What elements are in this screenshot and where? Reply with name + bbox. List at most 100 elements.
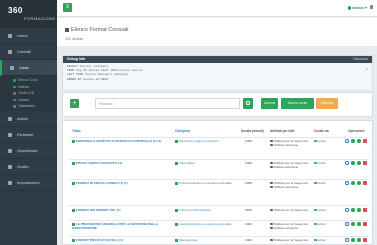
category-link[interactable]: Amministrazione e Gestione aziendale — [175, 181, 237, 185]
close-icon[interactable]: × — [366, 66, 368, 71]
bullet-icon — [13, 105, 16, 108]
creator-name: admin — [317, 161, 326, 165]
delete-icon[interactable] — [363, 208, 367, 212]
duration: 1000 — [245, 161, 252, 165]
sidebar-item-home[interactable]: Home — [0, 28, 57, 44]
category-link[interactable]: Informatica — [175, 161, 237, 165]
sidebar-item-grafici[interactable]: Grafici ‹ — [0, 159, 57, 175]
sidebar-item-questionari[interactable]: Questionari ‹ — [0, 143, 57, 159]
row-divider — [68, 205, 369, 206]
category-link[interactable]: Sicurezza e Igiene sul lavoro — [175, 139, 237, 143]
submenu-item-calendario[interactable]: Calendario — [0, 103, 57, 110]
info-icon[interactable] — [345, 161, 349, 165]
view-icon[interactable] — [351, 238, 355, 242]
reset-button[interactable]: Azzera — [261, 98, 278, 109]
view-icon[interactable] — [351, 181, 355, 185]
edit-icon[interactable] — [357, 222, 361, 226]
creator-link[interactable]: admin — [314, 139, 326, 143]
delete-icon[interactable] — [363, 181, 367, 185]
sidebar-item-contatti[interactable]: Contatti ‹ — [0, 44, 57, 60]
row-divider — [68, 220, 369, 221]
info-icon[interactable] — [345, 238, 349, 242]
category-name: Turismo e Ristorazione — [179, 208, 211, 212]
info-icon[interactable] — [345, 139, 349, 143]
course-title: FORMAT DEI FORMAT DEL (1) — [76, 208, 121, 212]
delete-icon[interactable] — [363, 139, 367, 143]
new-course-button[interactable]: Nuovo corso — [281, 98, 314, 109]
sidebar-item-impostazioni[interactable]: Impostazioni ‹ — [0, 175, 57, 191]
enabled-item: Abilitato per la frequenza — [273, 208, 308, 212]
delete-icon[interactable] — [363, 161, 367, 165]
edit-icon[interactable] — [357, 161, 361, 165]
logo[interactable]: 360 FORMAZIONE — [0, 0, 57, 28]
menu-toggle-button[interactable]: ≡ — [63, 3, 72, 12]
sidebar-item-label: Contatti — [17, 49, 31, 54]
chevron-icon: ‹ — [50, 163, 52, 169]
header-category[interactable]: Categoria — [175, 129, 190, 133]
enabled-list: Abilitato per la frequenza Abilitato all'… — [270, 161, 312, 169]
enabled-list: Abilitato per la frequenza Abilitato all'… — [270, 222, 312, 230]
course-title: PROVA CORSO CONTRATTI (1) — [76, 161, 123, 165]
category-name: Sicurezza e Igiene sul lavoro — [179, 139, 219, 143]
bell-icon[interactable] — [369, 5, 373, 9]
search-button[interactable] — [243, 98, 253, 109]
creator-link[interactable]: admin — [314, 222, 326, 226]
row-operations — [345, 238, 371, 243]
edit-icon[interactable] — [357, 181, 361, 185]
course-title-link[interactable]: LE PROCEDURE AZIENDALI PER LA GESTIONE D… — [72, 222, 172, 230]
creator-link[interactable]: admin — [314, 181, 326, 185]
sidebar-item-richieste[interactable]: Richieste ‹ — [0, 127, 57, 143]
creator-link[interactable]: admin — [314, 238, 326, 242]
delete-icon[interactable] — [363, 238, 367, 242]
edit-icon[interactable] — [357, 208, 361, 212]
debug-toggle[interactable]: Nascondi — [353, 56, 368, 63]
category-link[interactable]: Turismo e Ristorazione — [175, 208, 237, 212]
creator-link[interactable]: admin — [314, 208, 326, 212]
course-title: FORMAT PROVA DI SCUOLA (1) — [76, 238, 123, 242]
course-title-link[interactable]: FORMAT PROVA DI SCUOLA (1) — [72, 238, 172, 242]
creator-name: admin — [317, 139, 326, 143]
category-name: Meccatronica — [179, 238, 198, 242]
sidebar-item-admin[interactable]: Admin ‹ — [0, 111, 57, 127]
course-title-link[interactable]: FORMAT DEI FORMAT DEL (1) — [72, 208, 172, 212]
view-icon[interactable] — [351, 208, 355, 212]
chevron-icon: ‹ — [50, 115, 52, 121]
duration: 2400 — [245, 208, 252, 212]
course-title-link[interactable]: PROVA CORSO CONTRATTI (1) — [72, 161, 172, 165]
status-dot — [270, 165, 273, 169]
view-icon[interactable] — [351, 222, 355, 226]
course-title-link[interactable]: PERSONALE ADDETTO AI SERVIZI DI CONTROLL… — [72, 139, 172, 143]
category-link[interactable]: Amministrazione e Gestione aziendale — [175, 222, 237, 226]
enabled-list: Abilitato per la frequenza Abilitato all'… — [270, 139, 312, 147]
bullet-icon — [13, 92, 16, 95]
category-link[interactable]: Meccatronica — [175, 238, 237, 242]
info-icon[interactable] — [345, 222, 349, 226]
submenu-label: Calendario — [18, 104, 35, 108]
sidebar-item-corsi[interactable]: Corsi ⌄ — [0, 60, 57, 76]
enabled-item: Abilitato all'esame — [273, 165, 299, 169]
status-dot — [270, 143, 273, 147]
search-input[interactable]: Ricerca — [95, 98, 240, 109]
edit-icon[interactable] — [357, 139, 361, 143]
sidebar-item-label: Corsi — [19, 65, 29, 70]
header-title[interactable]: Titolo — [72, 129, 81, 133]
course-icon — [72, 238, 75, 242]
course-title: FORMAT DI PROVA FORMAT (1) (1) — [76, 181, 128, 185]
delete-icon[interactable] — [363, 222, 367, 226]
course-icon — [72, 208, 75, 212]
courses-table: Titolo Categoria Durata (minuti) Abilita… — [62, 120, 373, 245]
debug-body: SELECT Course, Category FROM tbg AS Cour… — [63, 63, 372, 89]
export-button[interactable]: Esporta — [316, 98, 338, 109]
course-title-link[interactable]: FORMAT DI PROVA FORMAT (1) (1) — [72, 181, 172, 185]
edit-icon[interactable] — [357, 238, 361, 242]
view-icon[interactable] — [351, 139, 355, 143]
add-button[interactable]: + — [70, 99, 79, 108]
result-count: 240 risultati — [65, 37, 83, 41]
info-icon[interactable] — [345, 208, 349, 212]
info-icon[interactable] — [345, 181, 349, 185]
user-menu[interactable]: admin▾ — [347, 5, 367, 10]
course-icon — [72, 139, 75, 143]
bullet-icon — [13, 85, 16, 88]
creator-link[interactable]: admin — [314, 161, 326, 165]
view-icon[interactable] — [351, 161, 355, 165]
